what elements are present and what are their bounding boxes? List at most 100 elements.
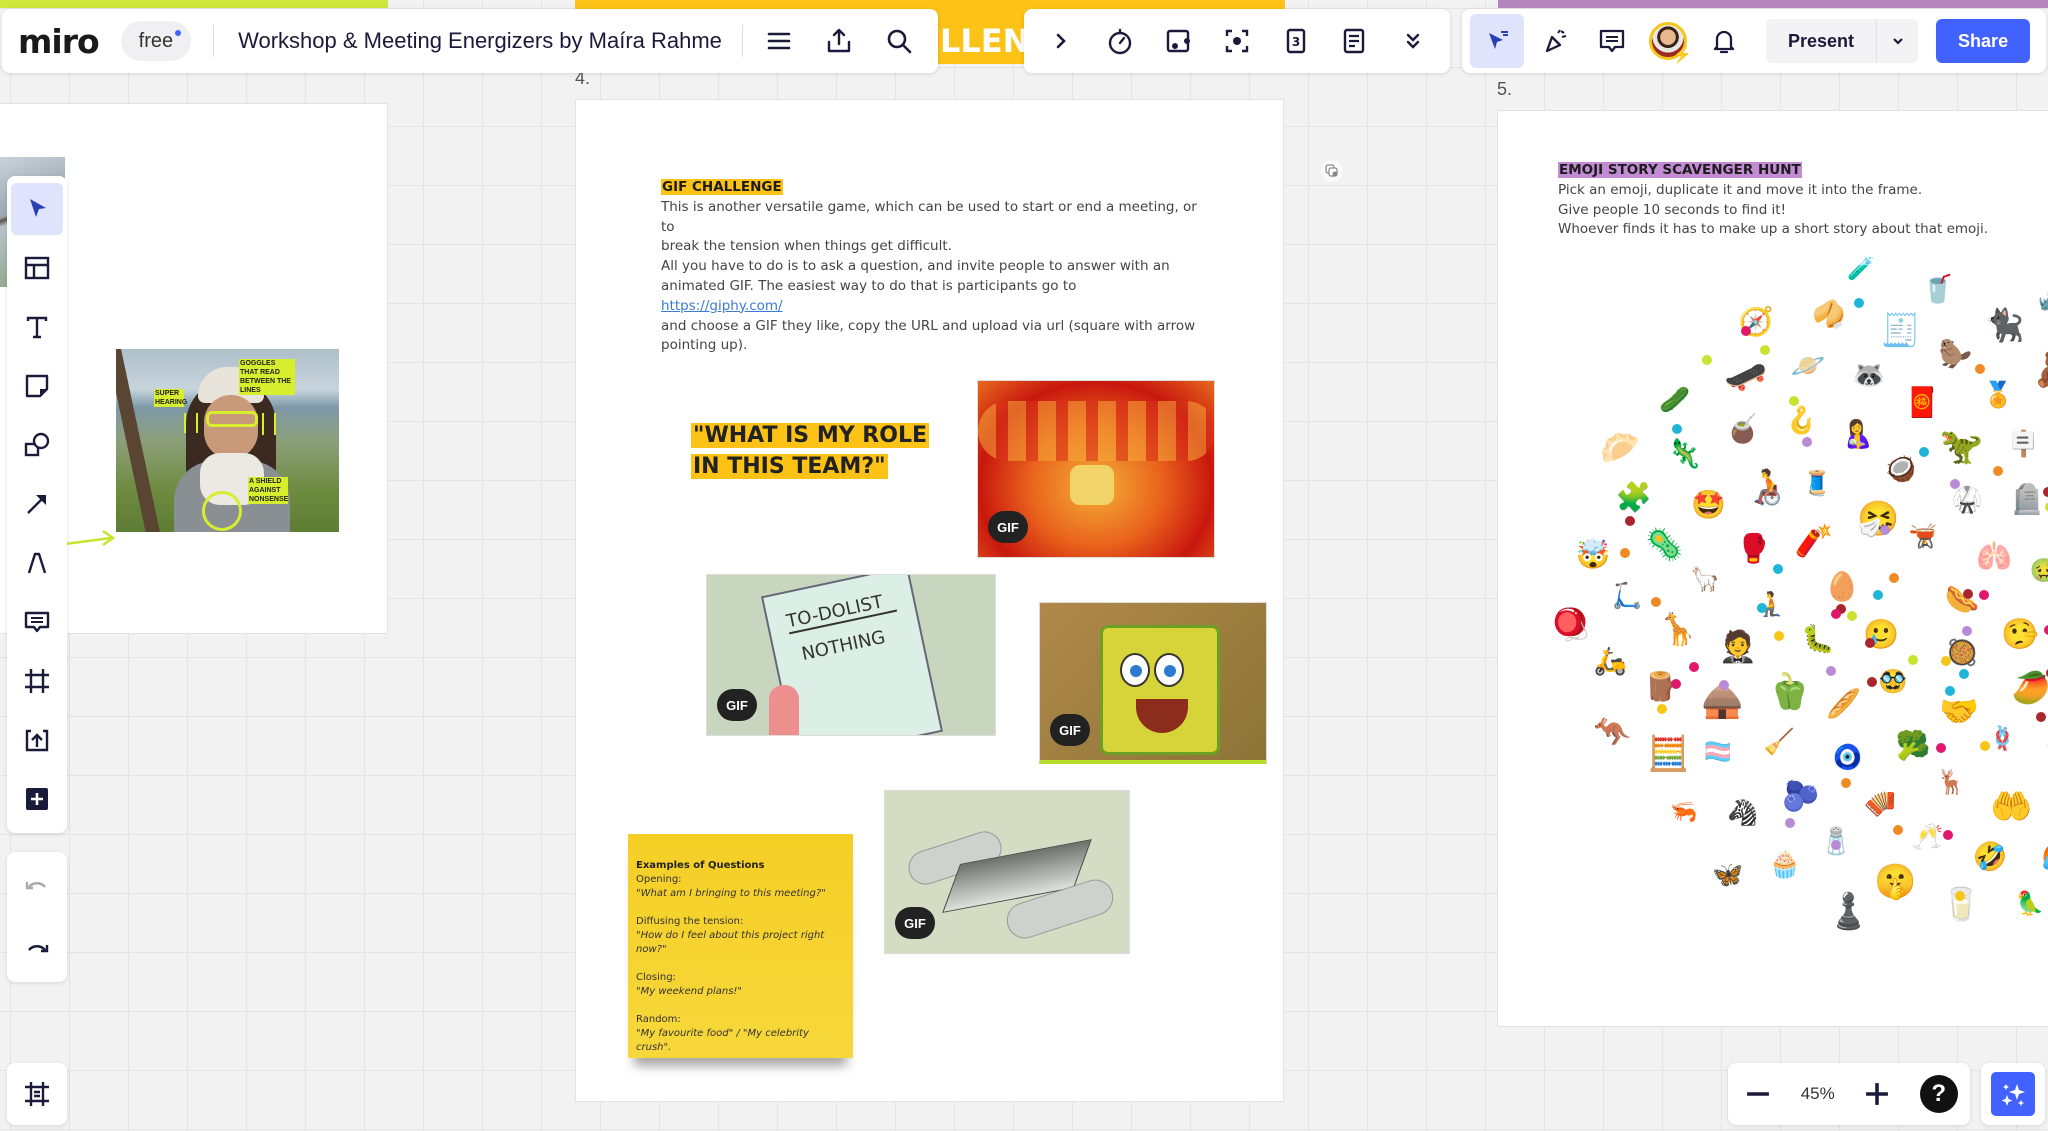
notes-button[interactable]: [1330, 17, 1378, 65]
present-options-button[interactable]: [1876, 19, 1918, 63]
emoji-item[interactable]: 🛵: [1594, 648, 1628, 675]
emoji-item[interactable]: 🥸: [1879, 671, 1908, 694]
emoji-item[interactable]: 🧁: [1769, 852, 1801, 878]
connection-line-tool[interactable]: [11, 478, 63, 530]
emoji-item[interactable]: 🦎: [1667, 440, 1702, 468]
miro-logo[interactable]: miro: [18, 22, 100, 61]
cursor-filter-button[interactable]: [1470, 14, 1524, 68]
emoji-item[interactable]: ♟️: [1827, 894, 1871, 930]
shapes-tool[interactable]: [11, 419, 63, 471]
emoji-item[interactable]: 🤢: [2029, 559, 2048, 583]
emoji-item[interactable]: 🪢: [1988, 727, 2017, 751]
emoji-item[interactable]: 🏅: [1983, 382, 2014, 407]
gif-spongebob-fire[interactable]: GIF: [977, 380, 1215, 558]
help-button[interactable]: ?: [1919, 1075, 1958, 1113]
emoji-item[interactable]: 🛴: [1612, 583, 1643, 608]
emoji-item[interactable]: 🦫: [1939, 341, 1973, 368]
emoji-item[interactable]: 🥘: [1947, 640, 1978, 665]
emoji-item[interactable]: 🥭: [2012, 673, 2048, 704]
comment-tool[interactable]: [11, 596, 63, 648]
emoji-item[interactable]: 🤫: [1874, 865, 1916, 899]
emoji-item[interactable]: 🦐: [1670, 801, 1697, 824]
focus-button[interactable]: [1213, 17, 1261, 65]
card-button[interactable]: 3: [1272, 17, 1320, 65]
emoji-item[interactable]: 🧾: [1881, 314, 1921, 346]
emoji-item[interactable]: 🧵: [1802, 471, 1832, 495]
frame-4[interactable]: GIF CHALLENGE This is another versatile …: [575, 99, 1284, 1102]
zoom-out-button[interactable]: [1740, 1076, 1776, 1112]
emoji-item[interactable]: 🧸: [2033, 353, 2048, 386]
emoji-item[interactable]: 🦌: [1936, 770, 1966, 794]
callout-goggles[interactable]: GOGGLES THAT READ BETWEEN THE LINES: [239, 359, 295, 395]
emoji-item[interactable]: 🥚: [1824, 572, 1859, 601]
giphy-link[interactable]: https://giphy.com/: [661, 298, 783, 314]
emoji-item[interactable]: 🤵: [1718, 632, 1757, 663]
search-button[interactable]: [875, 17, 923, 65]
emoji-item[interactable]: 🪧: [2008, 431, 2039, 456]
frame-tool[interactable]: [11, 655, 63, 707]
voting-button[interactable]: [1154, 17, 1202, 65]
emoji-item[interactable]: 🤩: [1691, 490, 1726, 519]
notifications-button[interactable]: [1700, 17, 1748, 65]
templates-tool[interactable]: [11, 242, 63, 294]
emoji-item[interactable]: 🥂: [1912, 824, 1943, 849]
emoji-item[interactable]: 🧩: [1616, 483, 1652, 512]
emoji-item[interactable]: 🧧: [1904, 388, 1940, 417]
emoji-item[interactable]: 🦒: [1659, 614, 1698, 646]
emoji-item[interactable]: 🥋: [1952, 487, 1983, 512]
emoji-item[interactable]: 🦜: [2016, 893, 2045, 916]
emoji-item[interactable]: 🥖: [1826, 690, 1861, 718]
emoji-item[interactable]: 🦖: [1940, 430, 1984, 465]
emoji-item[interactable]: 🫁: [1976, 541, 2012, 571]
zoom-in-button[interactable]: [1859, 1076, 1895, 1112]
timer-button[interactable]: [1096, 17, 1144, 65]
emoji-item[interactable]: 🫐: [1782, 782, 1819, 812]
frames-panel-button[interactable]: [11, 1068, 63, 1120]
emoji-item[interactable]: 🪦: [2009, 485, 2045, 514]
sticky-examples-of-questions[interactable]: Examples of Questions Opening: "What am …: [628, 834, 853, 1058]
emoji-item[interactable]: 🏳️‍⚧️: [1704, 742, 1731, 764]
export-button[interactable]: [815, 17, 863, 65]
redo-button[interactable]: [11, 920, 63, 972]
emoji-item[interactable]: 🤲: [1990, 790, 2032, 824]
emoji-item[interactable]: 🥥: [1885, 456, 1916, 481]
ai-assistant-button[interactable]: [1991, 1072, 2035, 1116]
emoji-item[interactable]: 🧹: [1764, 729, 1795, 754]
text-tool[interactable]: [11, 301, 63, 353]
emoji-item[interactable]: 🫕: [1909, 525, 1938, 549]
emoji-hunt-text[interactable]: EMOJI STORY SCAVENGER HUNT Pick an emoji…: [1558, 161, 2038, 240]
emoji-item[interactable]: 🦙: [1690, 567, 1720, 591]
emoji-item[interactable]: 🤥: [2001, 620, 2038, 650]
menu-button[interactable]: [755, 17, 803, 65]
select-tool[interactable]: [11, 183, 63, 235]
zoom-level[interactable]: 45%: [1801, 1084, 1835, 1104]
role-question-quote[interactable]: "WHAT IS MY ROLE IN THIS TEAM?": [691, 420, 931, 482]
emoji-item[interactable]: 🦋: [1712, 862, 1743, 887]
upload-tool[interactable]: [11, 714, 63, 766]
gif-spongebob-happy[interactable]: GIF: [1039, 602, 1267, 764]
gif-challenge-text[interactable]: GIF CHALLENGE This is another versatile …: [661, 178, 1201, 356]
emoji-item[interactable]: 🥠: [1812, 302, 1846, 329]
emoji-item[interactable]: 🧉: [1725, 414, 1760, 443]
emoji-cluster[interactable]: 🌭🥲🫕🥘🥚🫁🥸🤧🤥🐛🥋🤝🧨🤢🥖🥥🥭🧎🪦🥦🧵🪨🫑🦖🪢🥊🪖🧿🤱🥏🤵🪧🦌🧑‍🦽🦩🧹🧧🥷…: [1498, 258, 2048, 1026]
emoji-item[interactable]: 🥵: [2041, 844, 2048, 874]
comments-button[interactable]: [1588, 17, 1636, 65]
emoji-item[interactable]: 🦠: [1645, 529, 1684, 561]
emoji-item[interactable]: 🛹: [1724, 360, 1768, 395]
expand-tools-button[interactable]: [1037, 17, 1085, 65]
emoji-item[interactable]: 🧪: [1847, 258, 1874, 281]
emoji-item[interactable]: 🪝: [1785, 408, 1817, 434]
emoji-item[interactable]: 🥟: [1600, 431, 1641, 464]
callout-hearing[interactable]: SUPER HEARING: [154, 389, 187, 407]
pen-tool[interactable]: [11, 537, 63, 589]
superhero-photo[interactable]: GOGGLES THAT READ BETWEEN THE LINES SUPE…: [116, 349, 339, 532]
emoji-item[interactable]: 🤧: [1857, 502, 1899, 536]
present-button[interactable]: Present: [1766, 19, 1876, 63]
emoji-item[interactable]: 🧨: [1795, 526, 1834, 557]
board-title[interactable]: Workshop & Meeting Energizers by Maíra R…: [238, 28, 722, 54]
reactions-button[interactable]: [1532, 17, 1580, 65]
gif-todo-list[interactable]: TO-DOLIST NOTHING GIF: [706, 574, 996, 736]
avatar[interactable]: ⚡: [1644, 17, 1692, 65]
emoji-item[interactable]: 🌭: [1945, 586, 1980, 614]
emoji-item[interactable]: 🪐: [1791, 351, 1826, 380]
